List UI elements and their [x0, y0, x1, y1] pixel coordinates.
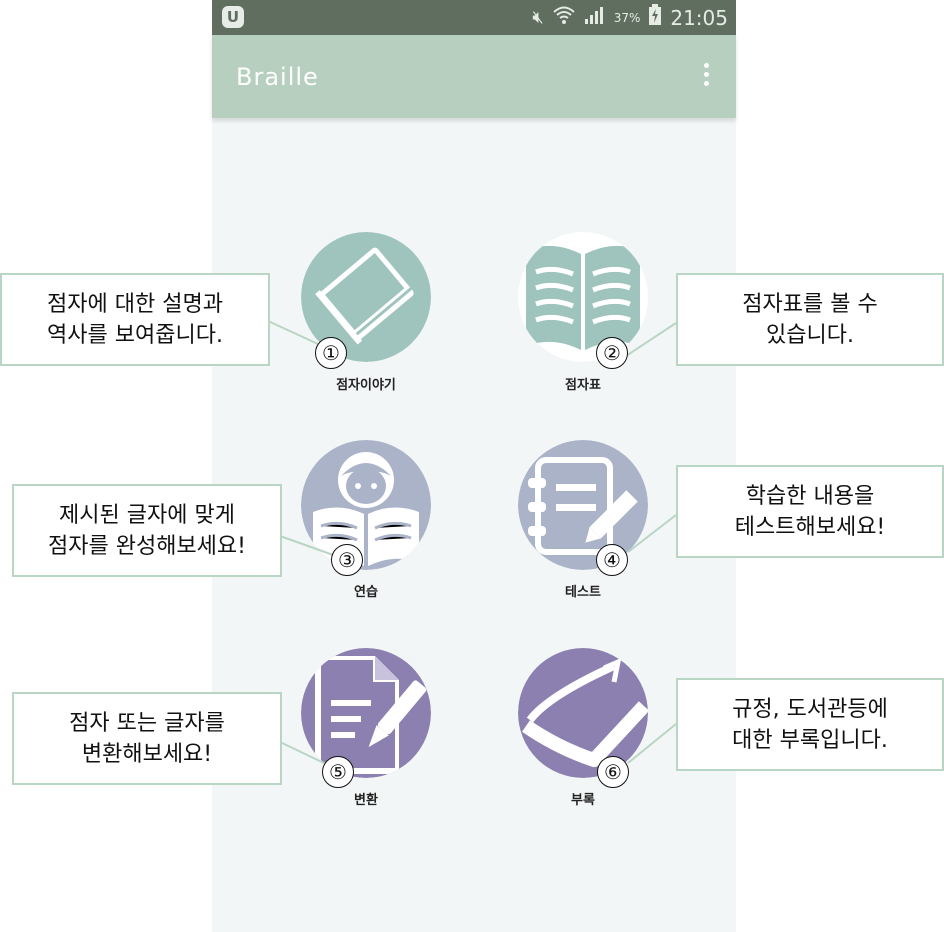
callout-number: ⑥	[597, 756, 629, 788]
callout-line: 학습한 내용을	[745, 483, 875, 509]
callout-line: 테스트해보세요!	[734, 514, 886, 540]
callout-number: ⑤	[322, 756, 354, 788]
callout-1: 점자에 대한 설명과 역사를 보여줍니다.	[0, 273, 270, 366]
callout-number: ②	[596, 337, 628, 369]
callout-number: ③	[331, 544, 363, 576]
callout-number: ①	[315, 337, 347, 369]
callout-2: 점자표를 볼 수 있습니다.	[676, 273, 944, 366]
callout-3: 제시된 글자에 맞게 점자를 완성해보세요!	[12, 484, 282, 577]
callout-5: 점자 또는 글자를 변환해보세요!	[12, 692, 282, 785]
callout-line: 점자 또는 글자를	[69, 710, 225, 736]
callout-line: 역사를 보여줍니다.	[47, 322, 223, 348]
callout-number: ④	[596, 544, 628, 576]
callout-line: 변환해보세요!	[81, 741, 213, 767]
callout-line: 제시된 글자에 맞게	[59, 502, 235, 528]
callout-line: 규정, 도서관등에	[732, 696, 888, 722]
callout-line: 점자를 완성해보세요!	[48, 533, 246, 559]
callout-line: 대한 부록입니다.	[732, 727, 888, 753]
callout-6: 규정, 도서관등에 대한 부록입니다.	[676, 678, 944, 771]
callout-line: 점자표를 볼 수	[742, 291, 878, 317]
callout-4: 학습한 내용을 테스트해보세요!	[676, 465, 944, 558]
callout-line: 점자에 대한 설명과	[47, 291, 223, 317]
callout-line: 있습니다.	[766, 322, 854, 348]
